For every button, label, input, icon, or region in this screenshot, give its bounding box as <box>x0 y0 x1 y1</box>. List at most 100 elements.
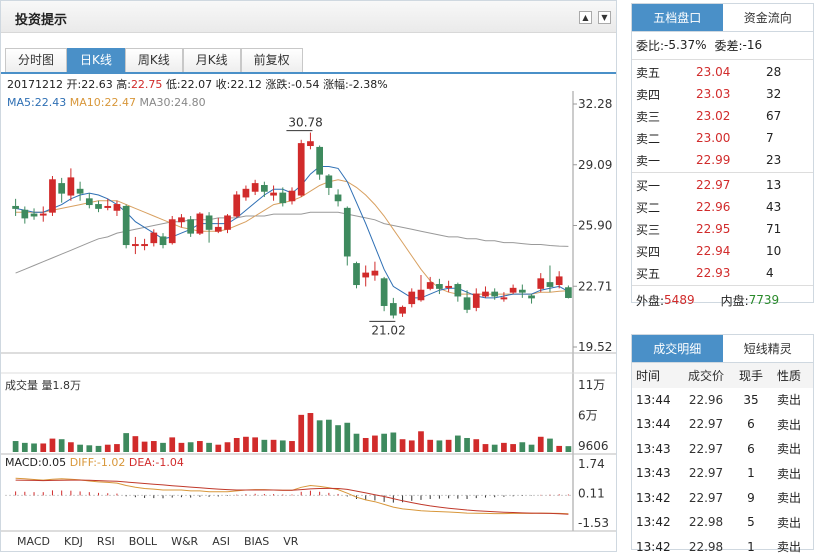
volume-bar <box>390 433 396 452</box>
volume-bar <box>381 434 387 452</box>
level-volume: 4 <box>766 266 806 280</box>
volume-bar <box>234 438 240 452</box>
outer-label: 外盘: <box>636 292 664 309</box>
orderbook-panel: 五档盘口 资金流向 委比:-5.37% 委差:-16 卖五23.0428卖四23… <box>631 3 814 303</box>
candle-body <box>354 264 360 285</box>
candle-body <box>13 206 19 208</box>
volume-bar <box>197 441 203 452</box>
trades-panel: 成交明细 短线精灵 时间 成交价 现手 性质 13:4422.9635卖出13:… <box>631 334 814 550</box>
trade-volume: 6 <box>730 442 772 456</box>
trades-header: 时间 成交价 现手 性质 <box>632 363 813 388</box>
volume-bar <box>179 443 185 452</box>
volume-axis-label: 6万 <box>578 408 598 422</box>
tab-orderbook[interactable]: 五档盘口 <box>632 4 723 32</box>
candle-body <box>492 292 498 296</box>
volume-bar <box>556 446 562 452</box>
level-volume: 67 <box>766 109 806 123</box>
trade-volume: 6 <box>730 417 772 431</box>
diff-label-ob: 委差: <box>715 37 743 54</box>
volume-bar <box>317 420 323 452</box>
volume-bar <box>77 445 83 452</box>
volume-bar <box>215 445 221 452</box>
candle-body <box>40 214 46 215</box>
level-label: 卖五 <box>636 64 696 81</box>
tab-short-elf[interactable]: 短线精灵 <box>723 335 814 363</box>
trade-type: 卖出 <box>772 514 806 531</box>
volume-bar <box>455 436 461 452</box>
tab-trade-details[interactable]: 成交明细 <box>632 335 723 363</box>
col-time: 时间 <box>636 367 682 384</box>
level-label: 卖一 <box>636 152 696 169</box>
volume-bar <box>151 441 157 452</box>
volume-bar <box>50 439 56 452</box>
price-axis-label: 22.71 <box>578 279 612 293</box>
candle-body <box>151 233 157 243</box>
kline-chart[interactable]: 32.2829.0925.9022.7119.5211万6万96061.740.… <box>1 1 616 553</box>
trade-price: 22.97 <box>682 442 730 456</box>
candle-body <box>409 292 415 303</box>
candle-body <box>317 147 323 174</box>
level-price: 22.97 <box>696 178 766 192</box>
ratio-row: 委比:-5.37% 委差:-16 <box>632 32 813 58</box>
volume-bar <box>206 443 212 452</box>
divider <box>632 172 813 173</box>
trade-row: 13:4322.971卖出 <box>632 461 813 486</box>
trade-volume: 9 <box>730 491 772 505</box>
trade-volume: 1 <box>730 466 772 480</box>
candle-body <box>483 292 489 296</box>
candle-body <box>519 290 525 292</box>
candle-body <box>68 178 74 195</box>
trade-price: 22.96 <box>682 393 730 407</box>
candle-body <box>105 206 111 207</box>
volume-bar <box>105 445 111 452</box>
col-vol: 现手 <box>730 367 772 384</box>
tab-capital-flow[interactable]: 资金流向 <box>723 4 814 32</box>
trade-type: 卖出 <box>772 489 806 506</box>
trade-time: 13:43 <box>636 442 682 456</box>
volume-bar <box>492 445 498 452</box>
volume-bar <box>169 437 175 452</box>
trades-list: 13:4422.9635卖出13:4422.976卖出13:4322.976卖出… <box>632 388 813 559</box>
volume-bar <box>464 438 470 452</box>
volume-bar <box>225 442 231 452</box>
level-price: 23.02 <box>696 109 766 123</box>
volume-bar <box>68 442 74 452</box>
trade-price: 22.98 <box>682 515 730 529</box>
candle-body <box>197 214 203 233</box>
price-axis-label: 32.28 <box>578 97 612 111</box>
candle-body <box>418 290 424 300</box>
candle-body <box>123 206 129 244</box>
kline-panel: 投资提示 ▲ ▼ 分时图 日K线 周K线 月K线 前复权 20171212 开:… <box>0 0 617 552</box>
level-volume: 10 <box>766 244 806 258</box>
level-label: 买二 <box>636 199 696 216</box>
volume-axis-label: 11万 <box>578 378 605 392</box>
candle-body <box>390 304 396 315</box>
volume-bar <box>372 436 378 452</box>
candle-body <box>271 193 277 195</box>
orderbook-row: 卖一22.9923 <box>632 149 813 171</box>
orderbook-row: 卖三23.0267 <box>632 105 813 127</box>
outer-value: 5489 <box>664 293 695 307</box>
level-label: 买一 <box>636 177 696 194</box>
high-annotation: 30.78 <box>288 116 322 130</box>
candle-body <box>372 271 378 275</box>
level-price: 22.93 <box>696 266 766 280</box>
orderbook-row: 买三22.9571 <box>632 218 813 240</box>
level-label: 卖二 <box>636 130 696 147</box>
level-label: 卖四 <box>636 86 696 103</box>
candle-body <box>262 186 268 192</box>
level-price: 22.94 <box>696 244 766 258</box>
price-axis-label: 19.52 <box>578 340 612 354</box>
ma5-line <box>16 167 569 298</box>
trade-row: 13:4422.976卖出 <box>632 412 813 437</box>
candle-body <box>206 216 212 229</box>
candle-body <box>169 220 175 243</box>
volume-bar <box>418 431 424 452</box>
bid-list: 买一22.9713买二22.9643买三22.9571买四22.9410买五22… <box>632 174 813 284</box>
volume-bar <box>547 439 553 452</box>
volume-bar <box>59 439 65 452</box>
candle-body <box>31 214 37 216</box>
trade-price: 22.97 <box>682 417 730 431</box>
trade-type: 卖出 <box>772 391 806 408</box>
trade-type: 卖出 <box>772 465 806 482</box>
